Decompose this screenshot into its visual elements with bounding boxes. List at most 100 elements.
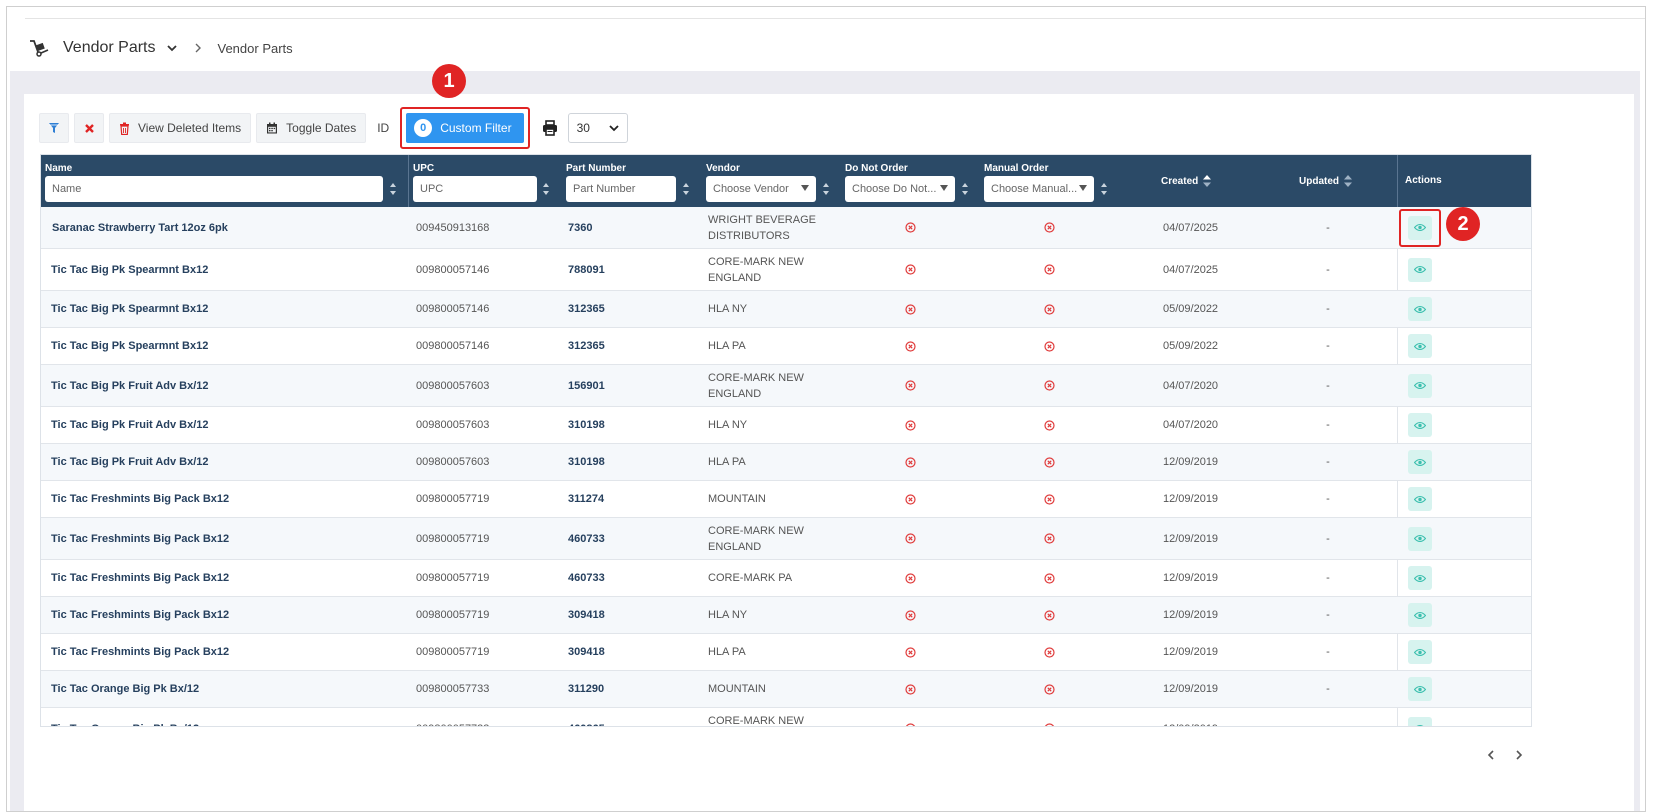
part-name[interactable]: Tic Tac Freshmints Big Pack Bx12 [51, 634, 391, 670]
vendor-value: CORE-MARK PA [708, 572, 793, 584]
do-not-order-x-icon [901, 671, 919, 707]
part-name[interactable]: Tic Tac Orange Big Pk Bx/12 [51, 671, 391, 707]
sort-icon[interactable] [389, 182, 397, 196]
vendor-value: HLA NY [708, 609, 748, 621]
app-window: Vendor Parts Vendor Parts View Deleted I… [6, 6, 1646, 812]
eye-icon [1414, 685, 1426, 694]
view-button[interactable] [1408, 640, 1432, 664]
view-button[interactable] [1408, 373, 1432, 398]
funnel-icon [48, 122, 60, 134]
do-not-order-x-icon [901, 518, 919, 559]
column-label: Actions [1405, 175, 1442, 186]
column-divider [1397, 155, 1398, 207]
do-not-order-x-icon [901, 207, 919, 248]
view-button[interactable] [1408, 603, 1432, 627]
sort-icon[interactable] [542, 182, 550, 196]
view-button[interactable] [1408, 566, 1432, 590]
view-deleted-button[interactable]: View Deleted Items [109, 113, 252, 143]
view-button[interactable] [1408, 487, 1432, 511]
manual-order-placeholder: Choose Manual... [991, 183, 1078, 195]
part-name[interactable]: Tic Tac Big Pk Spearmnt Bx12 [51, 291, 391, 327]
do-not-order-x-icon [901, 597, 919, 633]
upc-value: 009800057146 [416, 340, 490, 352]
toggle-dates-button[interactable]: Toggle Dates [256, 113, 367, 143]
page-size-value: 30 [576, 121, 590, 135]
part-name[interactable]: Saranac Strawberry Tart 12oz 6pk [52, 207, 392, 248]
sort-icon[interactable] [1100, 182, 1108, 196]
view-button[interactable] [1408, 450, 1432, 474]
do-not-order-filter-select[interactable]: Choose Do Not... [845, 176, 955, 202]
column-name: Name Name [41, 155, 409, 207]
part-name[interactable]: Tic Tac Orange Big Pk Bx/12 [51, 708, 391, 727]
id-toggle[interactable]: ID [371, 113, 395, 143]
vendor-value: MOUNTAIN [708, 493, 766, 505]
breadcrumb[interactable]: Vendor Parts [218, 41, 293, 56]
clear-filters-button[interactable] [74, 113, 104, 143]
created-date: 12/09/2019 [1163, 456, 1219, 468]
view-action [1407, 518, 1433, 559]
column-vendor: Vendor Choose Vendor [702, 155, 842, 207]
view-button[interactable] [1408, 716, 1432, 726]
part-name[interactable]: Tic Tac Big Pk Fruit Adv Bx/12 [51, 444, 391, 480]
sort-icon[interactable] [682, 182, 690, 196]
chevron-left-icon[interactable] [1481, 749, 1501, 761]
updated-value: - [1326, 493, 1330, 505]
part-number-value: 788091 [568, 263, 605, 276]
caret-down-icon [801, 185, 809, 191]
eye-icon [1414, 534, 1426, 543]
upc-value: 009800057603 [416, 456, 490, 468]
created-date: 12/09/2019 [1163, 609, 1219, 621]
sort-icon [1344, 175, 1352, 187]
manual-order-x-icon [1040, 249, 1058, 290]
part-name[interactable]: Tic Tac Big Pk Spearmnt Bx12 [51, 328, 391, 364]
sort-icon[interactable] [822, 182, 830, 196]
custom-filter-button[interactable]: 0 Custom Filter [406, 113, 524, 143]
part-name[interactable]: Tic Tac Big Pk Fruit Adv Bx/12 [51, 407, 391, 443]
table-row: Saranac Strawberry Tart 12oz 6pk 00945091… [41, 207, 1531, 249]
close-icon [84, 123, 95, 134]
column-updated[interactable]: Updated [1299, 155, 1379, 207]
manual-order-x-icon [1040, 560, 1058, 596]
sort-icon[interactable] [961, 182, 969, 196]
view-button[interactable] [1408, 413, 1432, 437]
view-button[interactable] [1408, 297, 1432, 321]
vendor-parts-table: Name Name UPC UPC Part Number Part Numbe… [40, 154, 1532, 727]
page-size-select[interactable]: 30 [567, 113, 628, 143]
vendor-value: WRIGHT BEVERAGE DISTRIBUTORS [708, 213, 816, 242]
column-label: Vendor [706, 163, 740, 174]
view-button[interactable] [1408, 334, 1432, 358]
vendor-filter-select[interactable]: Choose Vendor [706, 176, 816, 202]
chevron-right-icon [194, 42, 206, 54]
view-action [1407, 328, 1433, 364]
part-name[interactable]: Tic Tac Big Pk Fruit Adv Bx/12 [51, 365, 391, 406]
vendor-value: HLA PA [708, 340, 746, 352]
name-filter-input[interactable]: Name [45, 176, 383, 202]
part-name[interactable]: Tic Tac Freshmints Big Pack Bx12 [51, 560, 391, 596]
view-button[interactable] [1408, 257, 1432, 282]
part-name[interactable]: Tic Tac Big Pk Spearmnt Bx12 [51, 249, 391, 290]
part-number-filter-input[interactable]: Part Number [566, 176, 676, 202]
chevron-right-icon[interactable] [1509, 749, 1529, 761]
printer-icon[interactable] [542, 120, 558, 136]
upc-filter-input[interactable]: UPC [413, 176, 537, 202]
part-name[interactable]: Tic Tac Freshmints Big Pack Bx12 [51, 518, 391, 559]
part-name[interactable]: Tic Tac Freshmints Big Pack Bx12 [51, 597, 391, 633]
view-button[interactable] [1408, 526, 1432, 551]
created-date: 12/09/2019 [1163, 572, 1219, 584]
vendor-value: CORE-MARK NEW ENGLAND [708, 714, 804, 727]
created-date: 12/09/2019 [1163, 532, 1219, 545]
chevron-down-icon[interactable] [166, 41, 180, 55]
eye-icon [1414, 305, 1426, 314]
manual-order-filter-select[interactable]: Choose Manual... [984, 176, 1094, 202]
caret-down-icon [940, 185, 948, 191]
filter-button[interactable] [39, 113, 69, 143]
table-row: Tic Tac Big Pk Spearmnt Bx12 009800057146… [41, 291, 1531, 328]
updated-value: - [1326, 456, 1330, 468]
part-number-value: 310198 [568, 456, 605, 468]
column-created[interactable]: Created [1161, 155, 1241, 207]
table-row: Tic Tac Freshmints Big Pack Bx12 00980005… [41, 560, 1531, 597]
do-not-order-x-icon [901, 365, 919, 406]
manual-order-x-icon [1040, 444, 1058, 480]
part-name[interactable]: Tic Tac Freshmints Big Pack Bx12 [51, 481, 391, 517]
view-button[interactable] [1408, 677, 1432, 701]
